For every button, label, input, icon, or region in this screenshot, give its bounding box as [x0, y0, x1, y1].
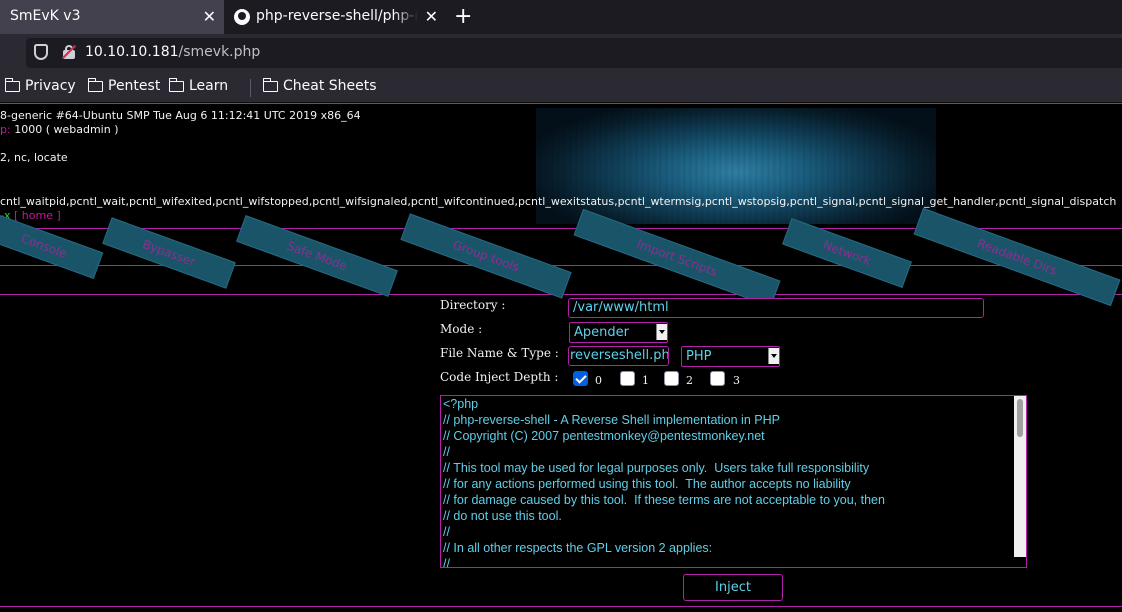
- depth-0-checkbox[interactable]: [573, 371, 588, 386]
- bookmark-learn[interactable]: Learn: [168, 77, 228, 94]
- code-line: // This tool may be used for legal purpo…: [443, 461, 870, 475]
- bookmark-privacy[interactable]: Privacy: [4, 77, 76, 94]
- folder-icon: [168, 77, 184, 92]
- bookmark-pentest[interactable]: Pentest: [87, 77, 160, 94]
- depth-0-label: 0: [595, 374, 602, 387]
- depth-3-label: 3: [733, 374, 740, 387]
- available-tools: 2, nc, locate: [0, 151, 68, 164]
- code-line: //: [443, 525, 450, 539]
- divider: [0, 606, 1122, 607]
- scroll-thumb[interactable]: [1017, 399, 1023, 437]
- close-tab-icon[interactable]: ✕: [425, 7, 438, 26]
- inject-depth-label: Code Inject Depth :: [440, 370, 559, 384]
- code-textarea[interactable]: <?php // php-reverse-shell - A Reverse S…: [440, 395, 1027, 568]
- depth-2-checkbox[interactable]: [664, 371, 679, 386]
- bookmark-separator: [250, 79, 251, 97]
- insecure-lock-icon[interactable]: [61, 44, 77, 60]
- folder-icon: [87, 77, 103, 92]
- code-line: // for any actions performed using this …: [443, 477, 851, 491]
- code-line: // php-reverse-shell - A Reverse Shell i…: [443, 413, 780, 427]
- tracking-shield-icon[interactable]: [34, 44, 48, 60]
- depth-1-checkbox[interactable]: [620, 371, 635, 386]
- user-info: p: 1000 ( webadmin ): [0, 123, 119, 136]
- nav-console-button[interactable]: Console: [0, 213, 104, 279]
- tab-smevk[interactable]: SmEvK v3 ✕: [0, 0, 224, 34]
- depth-3-checkbox[interactable]: [710, 371, 725, 386]
- nav-group-tools-button[interactable]: Group tools: [400, 213, 572, 299]
- divider: [0, 103, 1122, 104]
- chevron-down-icon: [768, 348, 779, 364]
- code-line: // Copyright (C) 2007 pentestmonkey@pent…: [443, 429, 765, 443]
- code-line: <?php: [443, 397, 479, 411]
- tab-php-reverse-shell[interactable]: php-reverse-shell/php-reverse-shell.php …: [226, 0, 446, 34]
- uname-info: 8-generic #64-Ubuntu SMP Tue Aug 6 11:12…: [0, 109, 361, 122]
- type-select[interactable]: PHP: [681, 346, 780, 367]
- code-line: // do not use this tool.: [443, 509, 562, 523]
- new-tab-icon[interactable]: +: [454, 4, 472, 29]
- folder-icon: [262, 77, 278, 92]
- tab-bar: SmEvK v3 ✕ php-reverse-shell/php-reverse…: [0, 0, 1122, 34]
- code-line: // In all other respects the GPL version…: [443, 541, 713, 555]
- directory-input[interactable]: /var/www/html: [568, 298, 984, 318]
- depth-1-label: 1: [642, 374, 649, 387]
- depth-2-label: 2: [686, 374, 693, 387]
- nav-bar: 10.10.10.181/smevk.php: [0, 34, 1122, 72]
- home-link[interactable]: [ home ]: [14, 209, 61, 222]
- filename-input[interactable]: reverseshell.php: [568, 346, 669, 366]
- code-line: // for damage caused by this tool. If th…: [443, 493, 885, 507]
- code-line: //: [443, 445, 450, 459]
- mode-select[interactable]: Apender: [569, 322, 668, 343]
- code-scrollbar[interactable]: [1014, 396, 1026, 557]
- directory-label: Directory :: [440, 298, 506, 312]
- url-text[interactable]: 10.10.10.181/smevk.php: [85, 44, 260, 60]
- close-tab-icon[interactable]: ✕: [203, 7, 216, 26]
- mode-label: Mode :: [440, 322, 483, 336]
- disabled-functions: cntl_waitpid,pcntl_wait,pcntl_wifexited,…: [0, 195, 1117, 208]
- nav-readable-dirs-button[interactable]: Readable Dirs: [913, 207, 1121, 307]
- bookmark-cheat-sheets[interactable]: Cheat Sheets: [262, 77, 377, 94]
- tab-title: php-reverse-shell/php-reverse-shell.php: [256, 8, 418, 24]
- inject-button[interactable]: Inject: [683, 574, 783, 601]
- code-line: //: [443, 557, 450, 568]
- address-bar[interactable]: 10.10.10.181/smevk.php: [26, 38, 1122, 68]
- chevron-down-icon: [656, 324, 667, 340]
- folder-icon: [4, 77, 20, 92]
- filename-type-label: File Name & Type :: [440, 346, 559, 360]
- bookmarks-toolbar: Privacy Pentest Learn Cheat Sheets: [0, 72, 1122, 103]
- github-icon: [234, 9, 250, 25]
- tab-title: SmEvK v3: [10, 8, 81, 24]
